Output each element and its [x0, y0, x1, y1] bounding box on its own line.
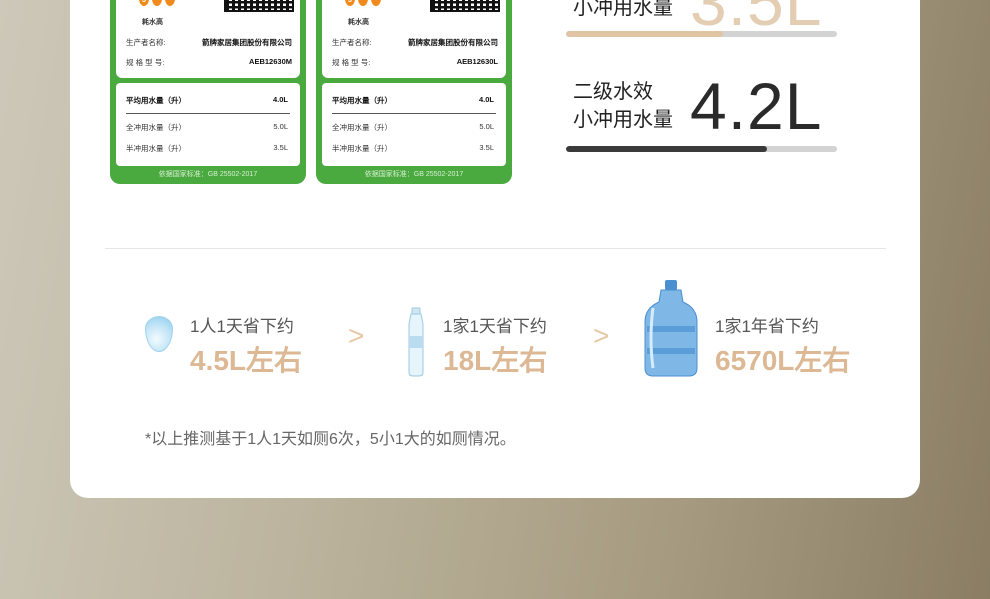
label-header: 2 3 1级 耗水高 生产者名称: 箭牌家居集团股份有限公司 规 格 型 号: …: [322, 0, 506, 78]
water-drop-icon: [145, 316, 173, 352]
manufacturer-name: 箭牌家居集团股份有限公司: [408, 38, 498, 47]
saving-value: 4.5L左右: [190, 345, 303, 376]
full-flush-row: 全冲用水量（升） 5.0L: [332, 122, 496, 133]
drop-orange: [358, 0, 368, 6]
divider: [332, 113, 496, 114]
drop-orange: [371, 0, 381, 6]
half-flush-row: 半冲用水量（升） 3.5L: [332, 143, 496, 154]
full-flush-value: 5.0L: [273, 122, 288, 131]
stat-2-bar-fill: [566, 146, 767, 152]
manufacturer-name: 箭牌家居集团股份有限公司: [202, 38, 292, 47]
full-flush-label: 全冲用水量（升）: [332, 123, 392, 132]
saving-value: 18L左右: [443, 345, 548, 376]
half-flush-row: 半冲用水量（升） 3.5L: [126, 143, 290, 154]
drop-number: 3: [139, 0, 149, 6]
saving-title: 1家1年省下约: [715, 317, 819, 336]
full-flush-label: 全冲用水量（升）: [126, 123, 186, 132]
avg-usage-row: 平均用水量（升） 4.0L: [332, 95, 496, 106]
greater-than-sign: >: [348, 320, 365, 351]
qr-code-icon: [430, 0, 500, 12]
label-header: 2 3 1级 耗水高 生产者名称: 箭牌家居集团股份有限公司 规 格 型 号: …: [116, 0, 300, 78]
manufacturer-label: 生产者名称:: [126, 38, 166, 47]
stat-2-bar: [566, 146, 837, 152]
stat-2-label-line1: 二级水效: [573, 81, 653, 103]
drop-orange: [152, 0, 162, 6]
content-card: 2 3 1级 耗水高 生产者名称: 箭牌家居集团股份有限公司 规 格 型 号: …: [70, 0, 920, 498]
avg-usage-value: 4.0L: [272, 95, 288, 104]
consumption-text: 耗水高: [348, 19, 369, 26]
full-flush-value: 5.0L: [479, 122, 494, 131]
stat-2-label-line2: 小冲用水量: [573, 109, 673, 131]
saving-title: 1人1天省下约: [190, 317, 294, 336]
efficiency-drops-icon: 2 3: [136, 0, 176, 6]
footnote: *以上推测基于1人1天如厕6次，5小1大的如厕情况。: [145, 431, 516, 448]
avg-usage-value: 4.0L: [478, 95, 494, 104]
saving-value: 6570L左右: [715, 345, 851, 376]
label-values: 平均用水量（升） 4.0L 全冲用水量（升） 5.0L 半冲用水量（升） 3.5…: [322, 83, 506, 166]
drop-orange: [165, 0, 175, 6]
consumption-text: 耗水高: [142, 19, 163, 26]
greater-than-sign: >: [593, 320, 610, 351]
model-number: AEB12630L: [456, 57, 498, 66]
model-number: AEB12630M: [249, 57, 292, 66]
water-jug-icon: [644, 280, 698, 377]
stat-1-bar-fill: [566, 31, 724, 37]
saving-title: 1家1天省下约: [443, 317, 547, 336]
avg-usage-label: 平均用水量（升）: [126, 96, 186, 105]
half-flush-label: 半冲用水量（升）: [126, 144, 186, 153]
divider: [126, 113, 290, 114]
water-bottle-icon: [408, 307, 424, 377]
water-efficiency-label-2: 2 3 1级 耗水高 生产者名称: 箭牌家居集团股份有限公司 规 格 型 号: …: [316, 0, 512, 184]
model-label: 规 格 型 号:: [126, 58, 165, 67]
standard-text: 依据国家标准：GB 25502-2017: [364, 171, 464, 178]
half-flush-value: 3.5L: [273, 143, 288, 152]
stat-2-value: 4.2L: [690, 69, 823, 143]
manufacturer-label: 生产者名称:: [332, 38, 372, 47]
saving-person-day: 1人1天省下约 4.5L左右: [190, 312, 302, 379]
stat-1-label: 小冲用水量: [573, 0, 673, 19]
standard-text: 依据国家标准：GB 25502-2017: [158, 171, 258, 178]
drop-number: 3: [345, 0, 355, 6]
model-label: 规 格 型 号:: [332, 58, 371, 67]
avg-usage-row: 平均用水量（升） 4.0L: [126, 95, 290, 106]
saving-family-day: 1家1天省下约 18L左右: [443, 312, 547, 379]
avg-usage-label: 平均用水量（升）: [332, 96, 392, 105]
section-divider: [105, 248, 886, 249]
qr-code-icon: [224, 0, 294, 12]
label-values: 平均用水量（升） 4.0L 全冲用水量（升） 5.0L 半冲用水量（升） 3.5…: [116, 83, 300, 166]
water-efficiency-label-1: 2 3 1级 耗水高 生产者名称: 箭牌家居集团股份有限公司 规 格 型 号: …: [110, 0, 306, 184]
efficiency-drops-icon: 2 3: [342, 0, 382, 6]
full-flush-row: 全冲用水量（升） 5.0L: [126, 122, 290, 133]
stat-1-bar: [566, 31, 837, 37]
saving-family-year: 1家1年省下约 6570L左右: [715, 312, 850, 379]
half-flush-label: 半冲用水量（升）: [332, 144, 392, 153]
half-flush-value: 3.5L: [479, 143, 494, 152]
